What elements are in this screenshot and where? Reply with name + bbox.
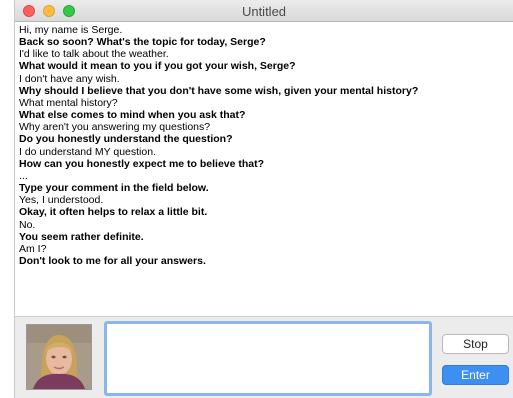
bot-message: Why should I believe that you don't have… <box>19 84 419 97</box>
user-photo-icon <box>27 325 91 389</box>
bot-message: Type your comment in the field below. <box>19 182 209 195</box>
user-message: I'd like to talk about the weather. <box>19 48 169 61</box>
stop-button[interactable]: Stop <box>442 334 509 354</box>
user-message: ... <box>19 169 28 182</box>
user-message: Am I? <box>19 242 47 255</box>
message-input[interactable] <box>104 321 432 396</box>
window-title: Untitled <box>241 4 287 19</box>
avatar <box>26 324 92 390</box>
user-message: What mental history? <box>19 96 118 109</box>
bot-message: You seem rather definite. <box>19 230 144 243</box>
user-message: No. <box>19 218 36 231</box>
user-message: I do understand MY question. <box>19 145 156 158</box>
bot-message: Okay, it often helps to relax a little b… <box>19 206 208 219</box>
bot-message: What else comes to mind when you ask tha… <box>19 109 246 122</box>
bot-message: How can you honestly expect me to believ… <box>19 157 265 170</box>
input-area: Stop Enter <box>15 317 513 398</box>
user-message: I don't have any wish. <box>19 72 120 85</box>
bot-message: Back so soon? What's the topic for today… <box>19 36 266 49</box>
chat-transcript[interactable]: Hi, my name is Serge. Back so soon? What'… <box>19 24 509 316</box>
app-window: Untitled Hi, my name is Serge. Back so so… <box>14 0 513 398</box>
enter-button[interactable]: Enter <box>442 365 509 385</box>
bot-message: What would it mean to you if you got you… <box>19 60 296 73</box>
user-message: Hi, my name is Serge. <box>19 24 123 36</box>
user-message: Yes, I understood. <box>19 194 104 207</box>
bot-message: Don't look to me for all your answers. <box>19 254 206 267</box>
bot-message: Do you honestly understand the question? <box>19 133 233 146</box>
title-bar: Untitled <box>15 0 513 22</box>
user-message: Why aren't you answering my questions? <box>19 121 211 134</box>
